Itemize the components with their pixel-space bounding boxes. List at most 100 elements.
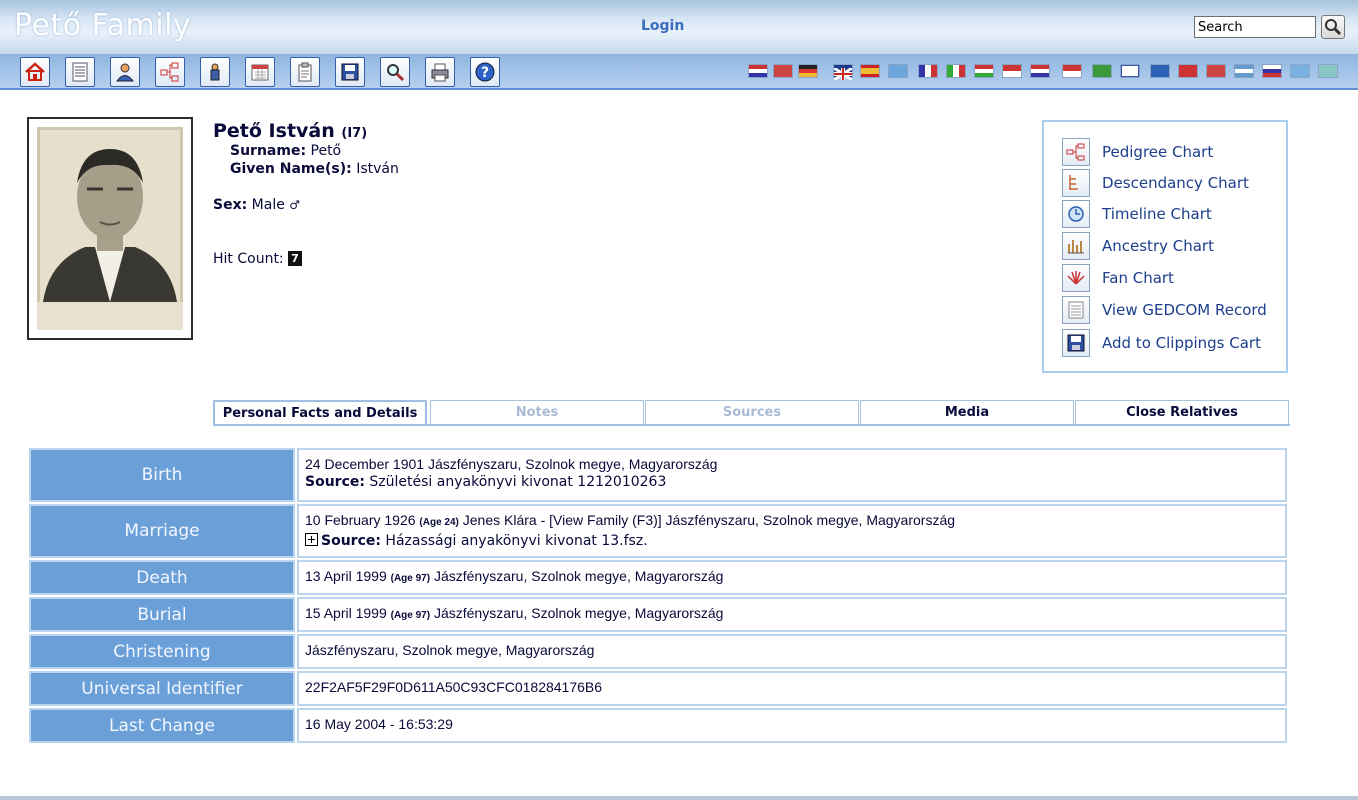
- pedigree-icon[interactable]: [155, 57, 185, 87]
- sex-value: Male: [251, 197, 285, 213]
- expand-plus-icon[interactable]: [305, 533, 318, 546]
- tab-personal-facts[interactable]: Personal Facts and Details: [213, 400, 427, 425]
- flag-icon[interactable]: [946, 64, 966, 78]
- timeline-chart-icon: [1062, 200, 1090, 228]
- gedcom-record-label[interactable]: View GEDCOM Record: [1102, 301, 1267, 319]
- fact-value: 24 December 1901 Jászfényszaru, Szolnok …: [297, 448, 1287, 502]
- flag-icon[interactable]: [1002, 64, 1022, 78]
- fact-row-last-change: Last Change 16 May 2004 - 16:53:29: [29, 708, 1287, 743]
- marriage-source-link[interactable]: Házassági anyakönyvi kivonat 13.fsz.: [385, 533, 647, 549]
- home-icon[interactable]: [20, 57, 50, 87]
- tab-media[interactable]: Media: [860, 400, 1074, 425]
- burial-place: Jászfényszaru, Szolnok megye, Magyarorsz…: [433, 605, 724, 621]
- hit-count-badge: 7: [288, 251, 302, 266]
- flag-icon[interactable]: [974, 64, 994, 78]
- hit-count-label: Hit Count:: [213, 251, 284, 267]
- person-icon[interactable]: [110, 57, 140, 87]
- header-bar: Pető Family Login: [0, 0, 1358, 54]
- flag-icon[interactable]: [860, 64, 880, 78]
- login-link[interactable]: Login: [641, 18, 684, 34]
- flag-icon[interactable]: [1206, 64, 1226, 78]
- tab-close-relatives[interactable]: Close Relatives: [1075, 400, 1289, 425]
- fact-label: Birth: [29, 448, 295, 502]
- flag-uk-icon[interactable]: [833, 64, 853, 82]
- print-icon[interactable]: [425, 57, 455, 87]
- age-badge: (Age 97): [390, 610, 431, 621]
- flag-icon[interactable]: [1150, 64, 1170, 78]
- flag-icon[interactable]: [1030, 64, 1050, 78]
- fact-label: Last Change: [29, 708, 295, 743]
- timeline-chart-label[interactable]: Timeline Chart: [1102, 205, 1212, 223]
- pedigree-chart-label[interactable]: Pedigree Chart: [1102, 143, 1213, 161]
- flag-icon[interactable]: [1234, 64, 1254, 78]
- help-icon[interactable]: ?: [470, 57, 500, 87]
- clippings-cart-label[interactable]: Add to Clippings Cart: [1102, 334, 1261, 352]
- search-icon[interactable]: [380, 57, 410, 87]
- fact-row-uid: Universal Identifier 22F2AF5F29F0D611A50…: [29, 671, 1287, 706]
- fact-row-burial: Burial 15 April 1999 (Age 97) Jászfénysz…: [29, 597, 1287, 632]
- site-title[interactable]: Pető Family: [14, 8, 191, 43]
- flag-icon[interactable]: [1262, 64, 1282, 78]
- flag-icon[interactable]: [888, 64, 908, 78]
- list-icon[interactable]: [65, 57, 95, 87]
- marriage-source: Source: Házassági anyakönyvi kivonat 13.…: [305, 532, 1279, 550]
- flag-icon[interactable]: [1120, 64, 1140, 78]
- ancestry-chart-label[interactable]: Ancestry Chart: [1102, 237, 1214, 255]
- surname-label: Surname:: [230, 143, 307, 159]
- sex-row: Sex: Male ♂: [213, 197, 300, 213]
- fan-chart-icon: [1062, 264, 1090, 292]
- person-photo[interactable]: [27, 117, 193, 340]
- ancestry-chart-icon: [1062, 232, 1090, 260]
- flag-icon[interactable]: [918, 64, 938, 78]
- flag-icon[interactable]: [1290, 64, 1310, 78]
- age-badge: (Age 97): [390, 573, 431, 584]
- marriage-details: 10 February 1926 (Age 24) Jenes Klára - …: [305, 512, 956, 528]
- fact-value: 10 February 1926 (Age 24) Jenes Klára - …: [297, 504, 1287, 558]
- person-id: (I7): [341, 126, 368, 141]
- age-badge: (Age 24): [419, 517, 459, 528]
- surname-value: Pető: [310, 143, 342, 159]
- fact-row-birth: Birth 24 December 1901 Jászfényszaru, Sz…: [29, 448, 1287, 502]
- flag-icon[interactable]: [1062, 64, 1082, 78]
- flag-icon[interactable]: [748, 64, 768, 78]
- birth-source: Source: Születési anyakönyvi kivonat 121…: [305, 474, 667, 490]
- individual-icon[interactable]: [200, 57, 230, 87]
- flag-icon[interactable]: [1092, 64, 1112, 78]
- tab-underline: [213, 424, 1290, 426]
- tab-notes[interactable]: Notes: [430, 400, 644, 425]
- fact-row-death: Death 13 April 1999 (Age 97) Jászfénysza…: [29, 560, 1287, 595]
- calendar-icon[interactable]: [245, 57, 275, 87]
- view-family-link[interactable]: Jenes Klára - [View Family (F3)] Jászfén…: [463, 512, 955, 528]
- fact-value: 15 April 1999 (Age 97) Jászfényszaru, Sz…: [297, 597, 1287, 632]
- clipboard-icon[interactable]: [290, 57, 320, 87]
- search-button[interactable]: [1321, 15, 1345, 39]
- birth-source-link[interactable]: Születési anyakönyvi kivonat 1212010263: [369, 474, 666, 490]
- flag-icon[interactable]: [1178, 64, 1198, 78]
- fact-row-marriage: Marriage 10 February 1926 (Age 24) Jenes…: [29, 504, 1287, 558]
- fact-label: Death: [29, 560, 295, 595]
- save-icon[interactable]: [335, 57, 365, 87]
- fact-value: 22F2AF5F29F0D611A50C93CFC018284176B6: [297, 671, 1287, 706]
- gedcom-record-icon: [1062, 296, 1090, 324]
- fact-row-christening: Christening Jászfényszaru, Szolnok megye…: [29, 634, 1287, 669]
- fact-label: Burial: [29, 597, 295, 632]
- tab-sources[interactable]: Sources: [645, 400, 859, 425]
- descendancy-chart-icon: [1062, 169, 1090, 197]
- descendancy-chart-label[interactable]: Descendancy Chart: [1102, 174, 1249, 192]
- svg-text:?: ?: [481, 65, 489, 81]
- search-input[interactable]: [1194, 16, 1316, 38]
- flag-icon[interactable]: [773, 64, 793, 78]
- flag-icon[interactable]: [1318, 64, 1338, 78]
- given-name-label: Given Name(s):: [230, 161, 352, 177]
- death-place: Jászfényszaru, Szolnok megye, Magyarorsz…: [433, 568, 724, 584]
- birth-details: 24 December 1901 Jászfényszaru, Szolnok …: [305, 456, 718, 472]
- fan-chart-label[interactable]: Fan Chart: [1102, 269, 1174, 287]
- hit-count-row: Hit Count: 7: [213, 251, 302, 267]
- male-symbol-icon: ♂: [289, 198, 301, 212]
- flag-icon[interactable]: [798, 64, 818, 78]
- fact-label: Christening: [29, 634, 295, 669]
- person-name-heading: Pető István (I7): [213, 120, 367, 142]
- fact-label: Universal Identifier: [29, 671, 295, 706]
- fact-value: 16 May 2004 - 16:53:29: [297, 708, 1287, 743]
- given-name-row: Given Name(s): István: [230, 161, 399, 177]
